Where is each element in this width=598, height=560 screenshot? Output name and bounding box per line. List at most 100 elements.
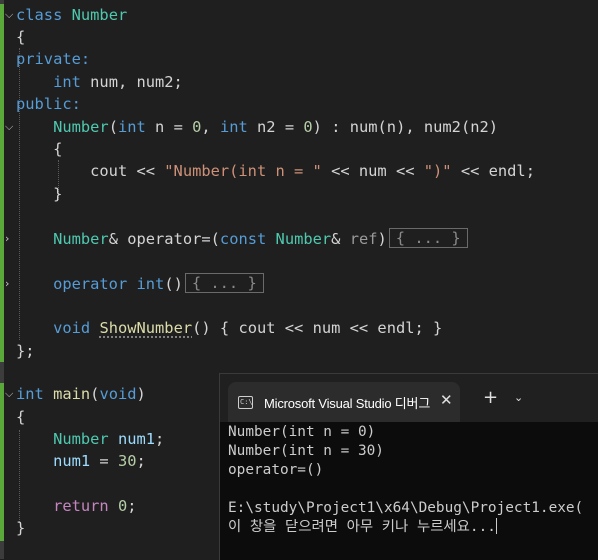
code-text: n2 = [247,118,304,136]
brace: }; [16,342,35,360]
fold-expanded-icon[interactable]: ⌵ [5,116,14,138]
class-name: Number [71,6,128,24]
number-literal: 0 [192,118,202,136]
keyword: int [136,275,165,293]
code-line[interactable]: class Number [16,4,127,26]
paren: ( [210,230,220,248]
console-output-line: E:\study\Project1\x64\Debug\Project1.exe… [228,500,584,516]
brace: { [16,28,26,46]
collapsed-region[interactable]: { ... } [184,273,264,293]
code-text: n2 [470,118,489,136]
code-text: = [90,452,118,470]
brace: } [16,519,26,537]
paren: () [164,275,183,293]
keyword: int [117,118,146,136]
constructor-name: Number [53,118,109,136]
string-literal: ")" [423,162,452,180]
text-cursor [495,518,497,534]
console-output-line: Number(int n = 30) [228,443,384,459]
console-prompt-line: 이 창을 닫으려면 아무 키나 누르세요... [228,518,497,537]
code-line[interactable]: { [16,406,25,428]
code-text: num, num2; [80,73,183,91]
keyword: int [16,385,44,403]
code-line[interactable]: private: [16,48,90,70]
code-line[interactable]: { [16,26,25,48]
code-line[interactable]: } [16,183,62,205]
keyword: void [53,319,91,337]
console-prompt-text: 이 창을 닫으려면 아무 키나 누르세요... [228,519,496,535]
code-text: ), num2( [396,118,471,136]
code-text: & [331,230,350,248]
fold-collapsed-icon[interactable]: › [5,273,14,295]
code-line[interactable]: Number& operator=(const Number& ref){ ..… [16,228,468,250]
variable-name: num1 [117,430,156,448]
code-line[interactable]: num1 = 30; [16,450,146,472]
console-tab[interactable]: C:\ Microsoft Visual Studio 디버그 ✕ [228,382,460,422]
fold-expanded-icon[interactable]: ⌵ [5,383,14,405]
keyword: const [219,230,267,248]
code-line[interactable]: Number num1; [16,428,164,450]
number-literal: 0 [117,497,128,515]
code-line[interactable]: int main(void) [16,383,146,405]
brace: } [53,185,63,203]
code-line[interactable]: }; [16,340,35,362]
type-name: Number [53,230,109,248]
close-tab-icon[interactable]: ✕ [440,391,453,409]
change-indicator-bar [0,383,4,541]
brace: { [16,408,26,426]
console-app-icon: C:\ [238,396,253,409]
string-literal: "Number(int n = " [164,162,322,180]
keyword: int [53,73,81,91]
console-titlebar[interactable]: C:\ Microsoft Visual Studio 디버그 ✕ + ⌄ [220,374,598,422]
new-tab-icon[interactable]: + [483,389,498,407]
fold-collapsed-icon[interactable]: › [5,228,14,250]
code-text: ) [488,118,499,136]
collapsed-region[interactable]: { ... } [388,228,468,248]
fold-expanded-icon[interactable]: ⌵ [5,4,14,26]
change-indicator-bar [0,4,4,362]
code-line[interactable]: { [16,138,62,160]
debug-console-window[interactable]: C:\ Microsoft Visual Studio 디버그 ✕ + ⌄ Nu… [219,373,598,560]
keyword: operator [53,275,128,293]
function-name: operator= [127,230,211,248]
function-name: ShowNumber [99,319,193,337]
code-text: () { cout << num << endl; } [192,319,443,337]
console-output-line: operator=() [228,462,324,478]
code-text: ; [136,452,146,470]
access-specifier: public: [16,95,81,113]
code-line[interactable]: int num, num2; [16,71,183,93]
keyword: return [53,497,109,515]
code-text: & [108,230,128,248]
console-output-line: Number(int n = 0) [228,424,376,440]
code-line[interactable]: operator int(){ ... } [16,273,264,295]
code-text: ) : num( [312,118,387,136]
type-name: Number [53,430,109,448]
function-name: main [53,385,91,403]
code-line[interactable]: cout << "Number(int n = " << num << ")" … [16,160,535,182]
code-text: n = [145,118,193,136]
keyword: int [219,118,248,136]
code-line[interactable]: } [16,517,25,539]
code-text: << num << [321,162,424,180]
code-line[interactable]: void ShowNumber() { cout << num << endl;… [16,317,442,339]
number-literal: 0 [303,118,313,136]
code-line[interactable]: return 0; [16,495,136,517]
paren: ) [377,230,387,248]
number-literal: 30 [117,452,137,470]
code-text: ; [155,430,165,448]
code-text: << endl; [451,162,535,180]
code-text: cout << [90,162,165,180]
code-text: , [201,118,220,136]
code-line[interactable]: public: [16,93,81,115]
chevron-down-icon[interactable]: ⌄ [514,391,523,404]
code-line[interactable]: Number(int n = 0, int n2 = 0) : num(n), … [16,116,498,138]
variable-name: num1 [53,452,91,470]
console-tab-title: Microsoft Visual Studio 디버그 [264,396,431,411]
brace: { [53,140,63,158]
access-specifier: private: [16,50,91,68]
